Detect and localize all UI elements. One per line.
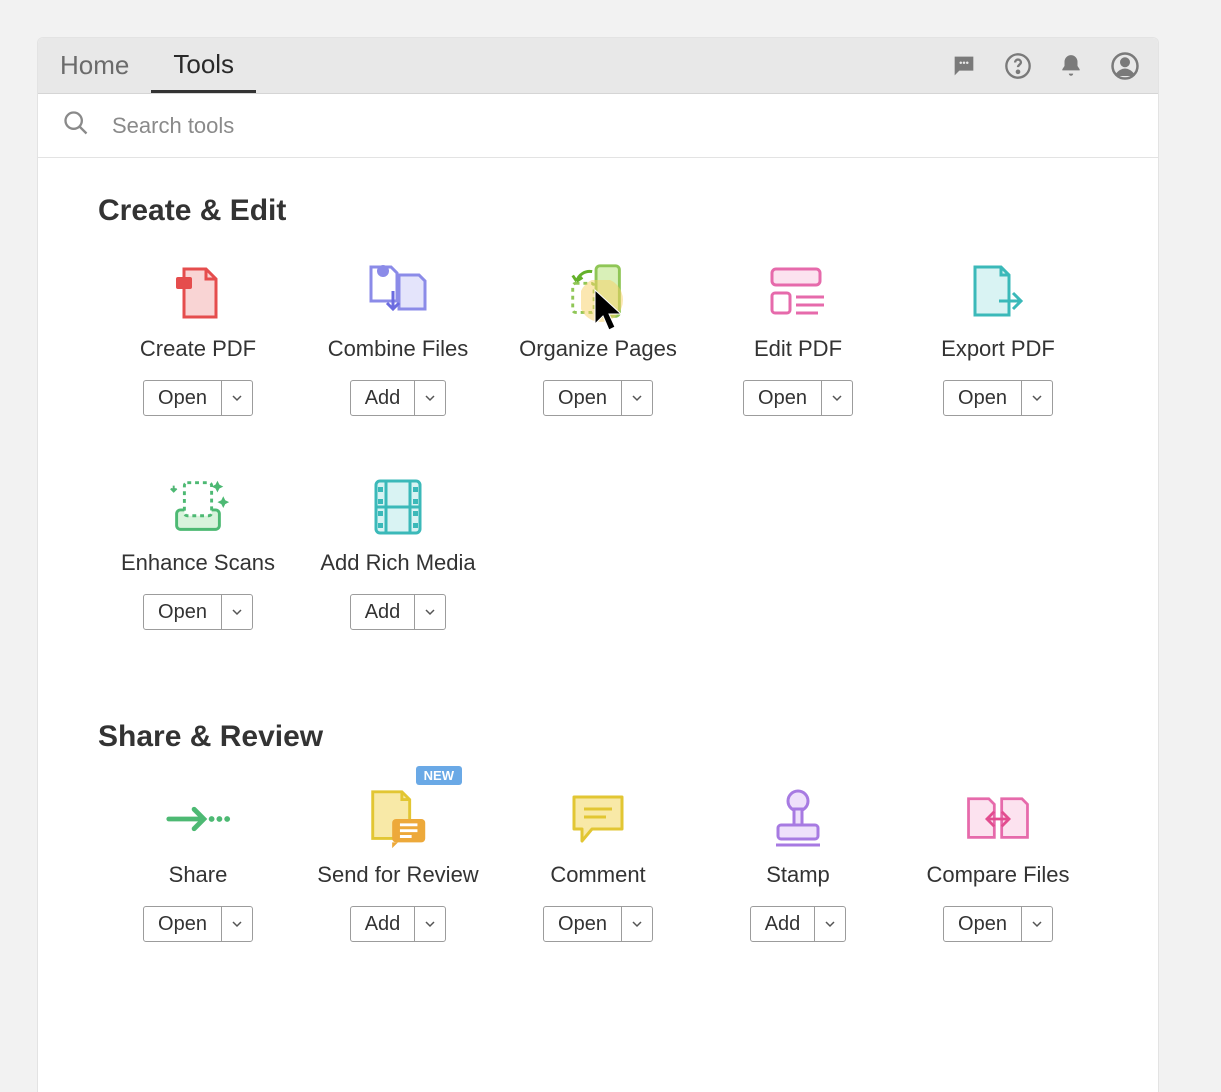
tool-share[interactable]: Share Open: [98, 784, 298, 942]
comment-icon: [563, 784, 633, 854]
search-input[interactable]: [112, 113, 1158, 139]
tool-edit-pdf[interactable]: Edit PDF Open: [698, 258, 898, 416]
split-button: Open: [143, 906, 253, 942]
action-dropdown[interactable]: [1022, 381, 1052, 415]
tool-label: Combine Files: [328, 336, 469, 362]
action-button[interactable]: Open: [144, 381, 222, 415]
share-icon: [163, 784, 233, 854]
tool-comment[interactable]: Comment Open: [498, 784, 698, 942]
split-button: Open: [143, 380, 253, 416]
new-badge: NEW: [416, 766, 462, 785]
tool-send-for-review[interactable]: NEW Send for Review Add: [298, 784, 498, 942]
action-button[interactable]: Open: [144, 595, 222, 629]
action-button[interactable]: Open: [744, 381, 822, 415]
split-button: Add: [350, 380, 447, 416]
tool-label: Stamp: [766, 862, 830, 888]
action-dropdown[interactable]: [415, 907, 445, 941]
stamp-icon: [763, 784, 833, 854]
action-dropdown[interactable]: [415, 595, 445, 629]
compare-files-icon: [963, 784, 1033, 854]
enhance-scans-icon: [163, 472, 233, 542]
split-button: Open: [143, 594, 253, 630]
action-dropdown[interactable]: [415, 381, 445, 415]
chat-icon[interactable]: •••: [950, 52, 978, 80]
combine-files-icon: [363, 258, 433, 328]
tab-tools-label: Tools: [173, 49, 234, 80]
help-icon[interactable]: [1004, 52, 1032, 80]
action-dropdown[interactable]: [622, 381, 652, 415]
section-title-create-edit: Create & Edit: [98, 194, 1098, 228]
tool-label: Enhance Scans: [121, 550, 275, 576]
tool-create-pdf[interactable]: Create PDF Open: [98, 258, 298, 416]
tool-organize-pages[interactable]: Organize Pages Open: [498, 258, 698, 416]
tool-stamp[interactable]: Stamp Add: [698, 784, 898, 942]
tab-tools[interactable]: Tools: [151, 38, 256, 93]
tool-grid-create-edit: Create PDF Open Combine Files Add: [98, 258, 1098, 630]
tool-label: Add Rich Media: [320, 550, 475, 576]
split-button: Open: [543, 906, 653, 942]
tool-combine-files[interactable]: Combine Files Add: [298, 258, 498, 416]
action-button[interactable]: Add: [351, 595, 416, 629]
tool-add-rich-media[interactable]: Add Rich Media Add: [298, 472, 498, 630]
action-button[interactable]: Add: [351, 907, 416, 941]
tool-label: Edit PDF: [754, 336, 842, 362]
tool-label: Export PDF: [941, 336, 1055, 362]
tool-label: Send for Review: [317, 862, 478, 888]
tool-label: Share: [169, 862, 228, 888]
tool-label: Comment: [550, 862, 645, 888]
split-button: Open: [943, 380, 1053, 416]
app-window: Home Tools ••• Create & Edit: [38, 38, 1158, 1092]
action-dropdown[interactable]: [822, 381, 852, 415]
action-button[interactable]: Open: [944, 381, 1022, 415]
split-button: Open: [943, 906, 1053, 942]
add-rich-media-icon: [363, 472, 433, 542]
action-button[interactable]: Add: [351, 381, 416, 415]
split-button: Open: [743, 380, 853, 416]
organize-pages-icon: [563, 258, 633, 328]
tab-home-label: Home: [60, 50, 129, 81]
split-button: Add: [750, 906, 847, 942]
account-icon[interactable]: [1110, 51, 1140, 81]
tool-compare-files[interactable]: Compare Files Open: [898, 784, 1098, 942]
action-dropdown[interactable]: [622, 907, 652, 941]
search-icon: [62, 109, 90, 142]
tab-home[interactable]: Home: [38, 38, 151, 93]
split-button: Open: [543, 380, 653, 416]
action-button[interactable]: Open: [944, 907, 1022, 941]
tool-enhance-scans[interactable]: Enhance Scans Open: [98, 472, 298, 630]
send-for-review-icon: [363, 784, 433, 854]
split-button: Add: [350, 906, 447, 942]
export-pdf-icon: [963, 258, 1033, 328]
action-dropdown[interactable]: [222, 595, 252, 629]
top-toolbar: Home Tools •••: [38, 38, 1158, 94]
tool-label: Compare Files: [926, 862, 1069, 888]
section-title-share-review: Share & Review: [98, 720, 1098, 754]
bell-icon[interactable]: [1058, 53, 1084, 79]
edit-pdf-icon: [763, 258, 833, 328]
action-dropdown[interactable]: [815, 907, 845, 941]
toolbar-right-icons: •••: [950, 38, 1140, 93]
action-dropdown[interactable]: [222, 907, 252, 941]
action-dropdown[interactable]: [222, 381, 252, 415]
search-row: [38, 94, 1158, 158]
tool-label: Organize Pages: [519, 336, 677, 362]
tool-grid-share-review: Share Open NEW: [98, 784, 1098, 942]
tool-label: Create PDF: [140, 336, 256, 362]
tool-export-pdf[interactable]: Export PDF Open: [898, 258, 1098, 416]
action-button[interactable]: Open: [544, 381, 622, 415]
content-area: Create & Edit Create PDF Open: [38, 158, 1158, 1092]
action-button[interactable]: Add: [751, 907, 816, 941]
svg-text:•••: •••: [959, 58, 969, 68]
action-dropdown[interactable]: [1022, 907, 1052, 941]
action-button[interactable]: Open: [144, 907, 222, 941]
split-button: Add: [350, 594, 447, 630]
create-pdf-icon: [163, 258, 233, 328]
action-button[interactable]: Open: [544, 907, 622, 941]
